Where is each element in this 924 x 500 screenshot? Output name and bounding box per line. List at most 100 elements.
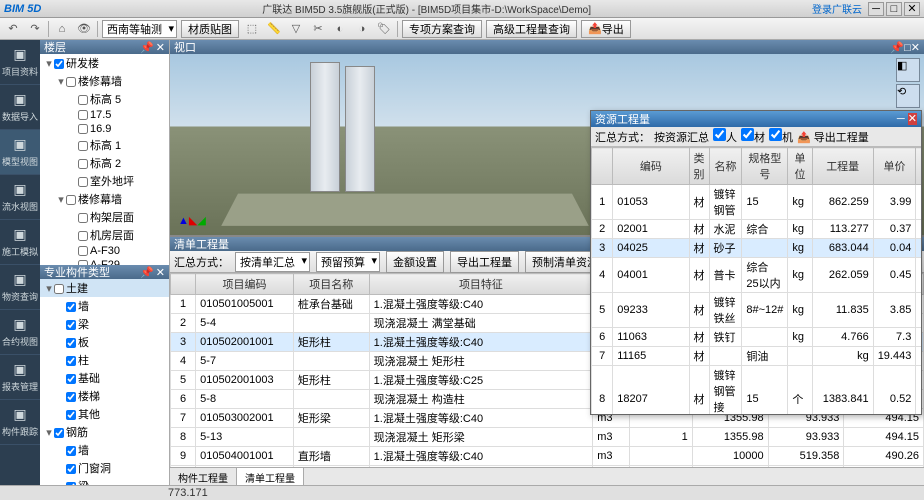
col-header[interactable]: 项目编码 — [196, 274, 294, 295]
table-row[interactable]: 818207材镀锌钢管接头...15个1383.8410.52719.6 — [592, 366, 922, 415]
measure-icon[interactable]: 📏 — [265, 20, 283, 38]
col-header[interactable]: 单价 — [873, 148, 916, 185]
hide-icon[interactable]: ◐ — [331, 20, 349, 38]
table-row[interactable]: 101053材镀锌钢管15kg862.2593.993440.41 — [592, 185, 922, 220]
minimize-icon[interactable]: ─ — [897, 113, 905, 125]
tab-list-qty[interactable]: 清单工程量 — [237, 468, 304, 485]
nav-构件跟踪[interactable]: ▣构件跟踪 — [0, 400, 40, 445]
export-qty-button[interactable]: 导出工程量 — [450, 251, 519, 273]
table-row[interactable]: 304025材砂子kg683.0440.0427.32 — [592, 239, 922, 258]
table-row[interactable]: 711165材铜油kg19.4434.6790.8 — [592, 347, 922, 366]
tree-node[interactable]: A-F30 — [40, 244, 169, 258]
tree-node[interactable]: ▾土建 — [40, 279, 169, 297]
tree-node[interactable]: 构架层面 — [40, 208, 169, 226]
tree-node[interactable]: 梁 — [40, 315, 169, 333]
tree-node[interactable]: 标高 1 — [40, 136, 169, 154]
table-row[interactable]: 611063材铁钉kg4.7667.386.95 — [592, 328, 922, 347]
tree-node[interactable]: 标高 5 — [40, 90, 169, 108]
resource-grid[interactable]: 编码类别名称规格型号单位工程量单价合价(元)101053材镀锌钢管15kg862… — [591, 147, 921, 414]
col-header[interactable]: 项目特征 — [369, 274, 593, 295]
tree-node[interactable]: 其他 — [40, 405, 169, 423]
budget-combo[interactable]: 预留预算 — [316, 252, 380, 272]
minimize-button[interactable]: ─ — [868, 2, 884, 16]
special-query-button[interactable]: 专项方案查询 — [402, 20, 482, 38]
floor-tree[interactable]: ▾研发楼▾楼修幕墙标高 517.516.9标高 1标高 2室外地坪▾楼修幕墙构架… — [40, 54, 169, 265]
col-header[interactable]: 名称 — [709, 148, 742, 185]
close-icon[interactable]: ✕ — [911, 42, 920, 54]
machine-checkbox[interactable]: 机 — [769, 128, 793, 145]
tree-node[interactable]: ▾研发楼 — [40, 54, 169, 72]
nav-模型视图[interactable]: ▣模型视图 — [0, 130, 40, 175]
building-model[interactable] — [345, 66, 375, 192]
tree-node[interactable]: 墙 — [40, 441, 169, 459]
tree-node[interactable]: 机房层面 — [40, 226, 169, 244]
axis-gizmo[interactable]: ▲◣◢ — [178, 211, 206, 227]
resource-summary-combo[interactable]: 按资源汇总 — [654, 129, 709, 145]
tree-node[interactable]: 基础 — [40, 369, 169, 387]
export-resource-button[interactable]: 📤 导出工程量 — [797, 129, 869, 145]
maximize-icon[interactable]: □ — [904, 42, 911, 54]
nav-报表管理[interactable]: ▣报表管理 — [0, 355, 40, 400]
nav-施工模拟[interactable]: ▣施工模拟 — [0, 220, 40, 265]
col-header[interactable] — [592, 148, 613, 185]
col-header[interactable]: 规格型号 — [742, 148, 788, 185]
export-button[interactable]: 📤 导出 — [581, 20, 631, 38]
tree-node[interactable]: 16.9 — [40, 122, 169, 136]
undo-icon[interactable]: ↶ — [4, 20, 22, 38]
tree-node[interactable]: 梁 — [40, 477, 169, 485]
tree-node[interactable]: 墙 — [40, 297, 169, 315]
redo-icon[interactable]: ↷ — [26, 20, 44, 38]
nav-项目资料[interactable]: ▣项目资料 — [0, 40, 40, 85]
labor-checkbox[interactable]: 人 — [713, 128, 737, 145]
building-model[interactable] — [310, 62, 340, 192]
material-paint-button[interactable]: 材质贴图 — [181, 20, 239, 38]
col-header[interactable]: 合价(元) — [916, 148, 921, 185]
pin-icon[interactable]: 📌 — [140, 267, 154, 279]
pin-icon[interactable]: 📌 — [890, 42, 904, 54]
tree-node[interactable]: 室外地坪 — [40, 172, 169, 190]
view-icon[interactable]: 👁 — [75, 20, 93, 38]
maximize-button[interactable]: □ — [886, 2, 902, 16]
cloud-login[interactable]: 登录广联云 — [812, 1, 862, 16]
resource-window[interactable]: 资源工程量 ─ ✕ 汇总方式： 按资源汇总 人 材 机 📤 导出工程量 编码类别… — [590, 110, 922, 415]
table-row[interactable]: 202001材水泥综合kg113.2770.3741.91 — [592, 220, 922, 239]
tree-node[interactable]: 标高 2 — [40, 154, 169, 172]
tree-node[interactable]: ▾钢筋 — [40, 423, 169, 441]
tree-node[interactable]: 17.5 — [40, 108, 169, 122]
close-icon[interactable]: ✕ — [156, 267, 165, 279]
tree-node[interactable]: 板 — [40, 333, 169, 351]
close-button[interactable]: ✕ — [904, 2, 920, 16]
close-icon[interactable]: ✕ — [908, 113, 917, 125]
amount-setting-button[interactable]: 金额设置 — [386, 251, 444, 273]
tree-node[interactable]: 楼梯 — [40, 387, 169, 405]
col-header[interactable]: 类别 — [689, 148, 709, 185]
col-header[interactable]: 单位 — [788, 148, 812, 185]
col-header[interactable]: 项目名称 — [293, 274, 369, 295]
tree-node[interactable]: 门窗洞 — [40, 459, 169, 477]
type-tree[interactable]: ▾土建墙梁板柱基础楼梯其他▾钢筋墙门窗洞梁柱基础其他▾给排水管道(水)阀门法兰(… — [40, 279, 169, 485]
material-checkbox[interactable]: 材 — [741, 128, 765, 145]
isolate-icon[interactable]: ◑ — [353, 20, 371, 38]
table-row[interactable]: 509233材镀锌铁丝8#~12#kg11.8353.8545.56 — [592, 293, 922, 328]
tab-component-qty[interactable]: 构件工程量 — [170, 468, 237, 485]
viewcube-icon[interactable]: ◧ — [896, 58, 920, 82]
tag-icon[interactable]: 🏷 — [375, 20, 393, 38]
select-icon[interactable]: ⬚ — [243, 20, 261, 38]
col-header[interactable]: 工程量 — [812, 148, 873, 185]
pin-icon[interactable]: 📌 — [140, 42, 154, 54]
summary-combo[interactable]: 按清单汇总 — [235, 252, 310, 272]
tree-node[interactable]: 柱 — [40, 351, 169, 369]
nav-物资查询[interactable]: ▣物资查询 — [0, 265, 40, 310]
view-direction-combo[interactable]: 西南等轴测 — [102, 20, 177, 38]
tree-node[interactable]: ▾楼修幕墙 — [40, 190, 169, 208]
section-icon[interactable]: ✂ — [309, 20, 327, 38]
orbit-icon[interactable]: ⟲ — [896, 84, 920, 108]
table-row[interactable]: 9010504001001直形墙1.混凝土强度等级:C40m310000519.… — [171, 447, 924, 466]
home-icon[interactable]: ⌂ — [53, 20, 71, 38]
col-header[interactable]: 编码 — [613, 148, 689, 185]
col-header[interactable] — [171, 274, 196, 295]
nav-合约视图[interactable]: ▣合约视图 — [0, 310, 40, 355]
nav-数据导入[interactable]: ▣数据导入 — [0, 85, 40, 130]
table-row[interactable]: 85-13现浇混凝土 矩形梁m311355.9893.933494.15 — [171, 428, 924, 447]
advanced-query-button[interactable]: 高级工程量查询 — [486, 20, 577, 38]
